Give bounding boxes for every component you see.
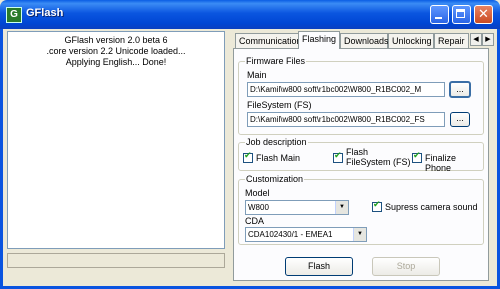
- customization-label: Customization: [245, 174, 305, 184]
- cda-select[interactable]: CDA102430/1 - EMEA1 ▼: [245, 227, 367, 242]
- model-select[interactable]: W800 ▼: [245, 200, 349, 215]
- gflash-app-icon: G: [6, 7, 22, 23]
- flash-button[interactable]: Flash: [285, 257, 353, 276]
- job-description-label: Job description: [245, 137, 308, 147]
- flash-main-checkbox[interactable]: [243, 151, 253, 163]
- minimize-button[interactable]: [430, 5, 449, 24]
- flash-fs-label-line2: FileSystem (FS): [346, 157, 411, 167]
- close-button[interactable]: ✕: [474, 5, 493, 24]
- firmware-files-label: Firmware Files: [245, 56, 307, 66]
- supress-camera-sound-label: Supress camera sound: [385, 202, 478, 212]
- minimize-icon: [435, 17, 442, 19]
- browse-main-button[interactable]: ...: [449, 81, 471, 98]
- chevron-down-icon[interactable]: ▼: [353, 228, 366, 241]
- log-line: GFlash version 2.0 beta 6: [64, 35, 168, 45]
- main-label: Main: [247, 70, 267, 80]
- model-value: W800: [248, 203, 269, 212]
- title-bar[interactable]: G GFlash ✕: [0, 0, 500, 29]
- log-line: Applying English... Done!: [65, 57, 167, 67]
- cda-value: CDA102430/1 - EMEA1: [248, 230, 333, 239]
- stop-button[interactable]: Stop: [372, 257, 440, 276]
- finalize-phone-label: Finalize Phone: [425, 153, 457, 173]
- browse-fs-button[interactable]: ...: [450, 112, 470, 127]
- model-label: Model: [245, 188, 270, 198]
- maximize-button[interactable]: [452, 5, 471, 24]
- fs-label: FileSystem (FS): [247, 100, 312, 110]
- cda-label: CDA: [245, 216, 265, 226]
- flash-fs-checkbox[interactable]: [333, 151, 343, 163]
- fs-file-field[interactable]: D:\Kamil\w800 soft\r1bc002\W800_R1BC002_…: [247, 112, 445, 127]
- tab-communication[interactable]: Communication: [235, 33, 302, 48]
- job-description-group: Job description Flash Main Flash FileSys…: [238, 137, 484, 173]
- tab-flashing[interactable]: Flashing: [298, 31, 340, 49]
- flash-fs-label-line1: Flash: [346, 147, 369, 157]
- maximize-icon: [456, 9, 465, 18]
- tab-unlocking[interactable]: Unlocking: [388, 33, 434, 48]
- firmware-files-group: Firmware Files Main D:\Kamil\w800 soft\r…: [238, 56, 484, 135]
- tab-scroll-right-icon[interactable]: ▶: [482, 33, 494, 46]
- customization-group: Customization Model W800 ▼ Supress camer…: [238, 174, 484, 245]
- chevron-down-icon[interactable]: ▼: [335, 201, 348, 214]
- close-icon: ✕: [478, 7, 489, 22]
- tab-scroll-left-icon[interactable]: ◀: [470, 33, 482, 46]
- window-title: GFlash: [26, 7, 64, 19]
- finalize-phone-checkbox[interactable]: [412, 151, 422, 163]
- flash-main-label: Flash Main: [256, 153, 301, 163]
- supress-camera-sound-checkbox[interactable]: [372, 200, 382, 212]
- main-file-field[interactable]: D:\Kamil\w800 soft\r1bc002\W800_R1BC002_…: [247, 82, 445, 97]
- log-line: .core version 2.2 Unicode loaded...: [46, 46, 186, 56]
- log-output[interactable]: GFlash version 2.0 beta 6 .core version …: [7, 31, 225, 249]
- flashing-panel: Firmware Files Main D:\Kamil\w800 soft\r…: [233, 48, 489, 281]
- status-bar: [7, 253, 225, 268]
- tab-repair[interactable]: Repair: [434, 33, 469, 48]
- tab-downloads[interactable]: Downloads: [340, 33, 389, 48]
